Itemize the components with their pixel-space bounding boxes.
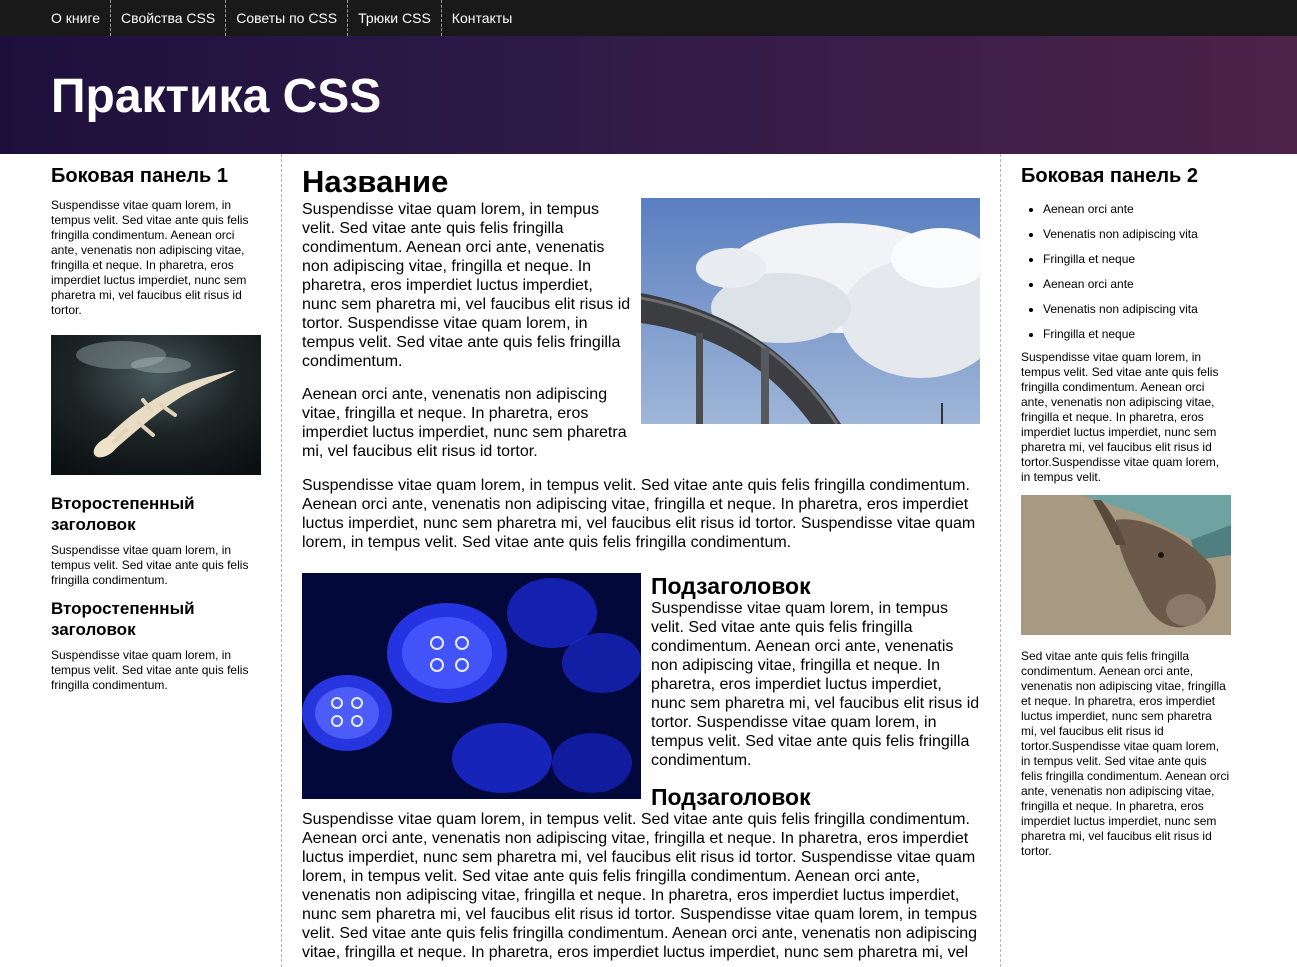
site-header: Практика CSS bbox=[0, 36, 1297, 154]
sidebar-1-section-1-text: Suspendisse vitae quam lorem, in tempus … bbox=[51, 543, 249, 587]
alligator-image bbox=[51, 335, 261, 475]
list-item: Aenean orci ante bbox=[1043, 202, 1231, 217]
sidebar-2-text-2: Sed vitae ante quis felis fringilla cond… bbox=[1021, 649, 1230, 858]
sidebar-1-section-2-text: Suspendisse vitae quam lorem, in tempus … bbox=[51, 648, 249, 692]
article-paragraph-5: Suspendisse vitae quam lorem, in tempus … bbox=[302, 811, 978, 961]
sidebar-2-title: Боковая панель 2 bbox=[1021, 165, 1199, 187]
top-nav: О книге Свойства CSS Советы по CSS Трюки… bbox=[0, 0, 1297, 36]
nav-item-css-properties[interactable]: Свойства CSS bbox=[111, 0, 227, 36]
list-item: Venenatis non adipiscing vita bbox=[1043, 302, 1231, 317]
list-item: Venenatis non adipiscing vita bbox=[1043, 227, 1231, 242]
sidebar-1: Боковая панель 1 Suspendisse vitae quam … bbox=[0, 154, 282, 967]
article-title: Название bbox=[302, 164, 449, 199]
sidebar-1-title: Боковая панель 1 bbox=[51, 165, 229, 187]
list-item: Fringilla et neque bbox=[1043, 327, 1231, 342]
nav-item-css-tips[interactable]: Советы по CSS bbox=[226, 0, 349, 36]
main-content: Название Suspendisse vitae quam lorem, i… bbox=[282, 154, 1001, 967]
jellyfish-image bbox=[302, 573, 641, 799]
list-item: Fringilla et neque bbox=[1043, 252, 1231, 267]
sidebar-2-text-1: Suspendisse vitae quam lorem, in tempus … bbox=[1021, 350, 1220, 484]
sidebar-1-section-1-heading: Второстепенный заголовок bbox=[51, 494, 195, 534]
nav-item-about-book[interactable]: О книге bbox=[41, 0, 112, 36]
sidebar-1-section-2-heading: Второстепенный заголовок bbox=[51, 599, 195, 639]
nav-item-css-tricks[interactable]: Трюки CSS bbox=[348, 0, 442, 36]
sidebar-1-text: Suspendisse vitae quam lorem, in tempus … bbox=[51, 198, 249, 317]
list-item: Aenean orci ante bbox=[1043, 277, 1231, 292]
donkey-image bbox=[1021, 495, 1231, 635]
article-paragraph-3: Suspendisse vitae quam lorem, in tempus … bbox=[302, 477, 976, 551]
highway-clouds-image bbox=[641, 198, 980, 424]
nav-item-contacts[interactable]: Контакты bbox=[442, 0, 522, 36]
sidebar-2-list: Aenean orci ante Venenatis non adipiscin… bbox=[1021, 202, 1231, 342]
sidebar-2: Боковая панель 2 Aenean orci ante Venena… bbox=[1001, 154, 1297, 967]
site-title: Практика CSS bbox=[51, 70, 382, 123]
